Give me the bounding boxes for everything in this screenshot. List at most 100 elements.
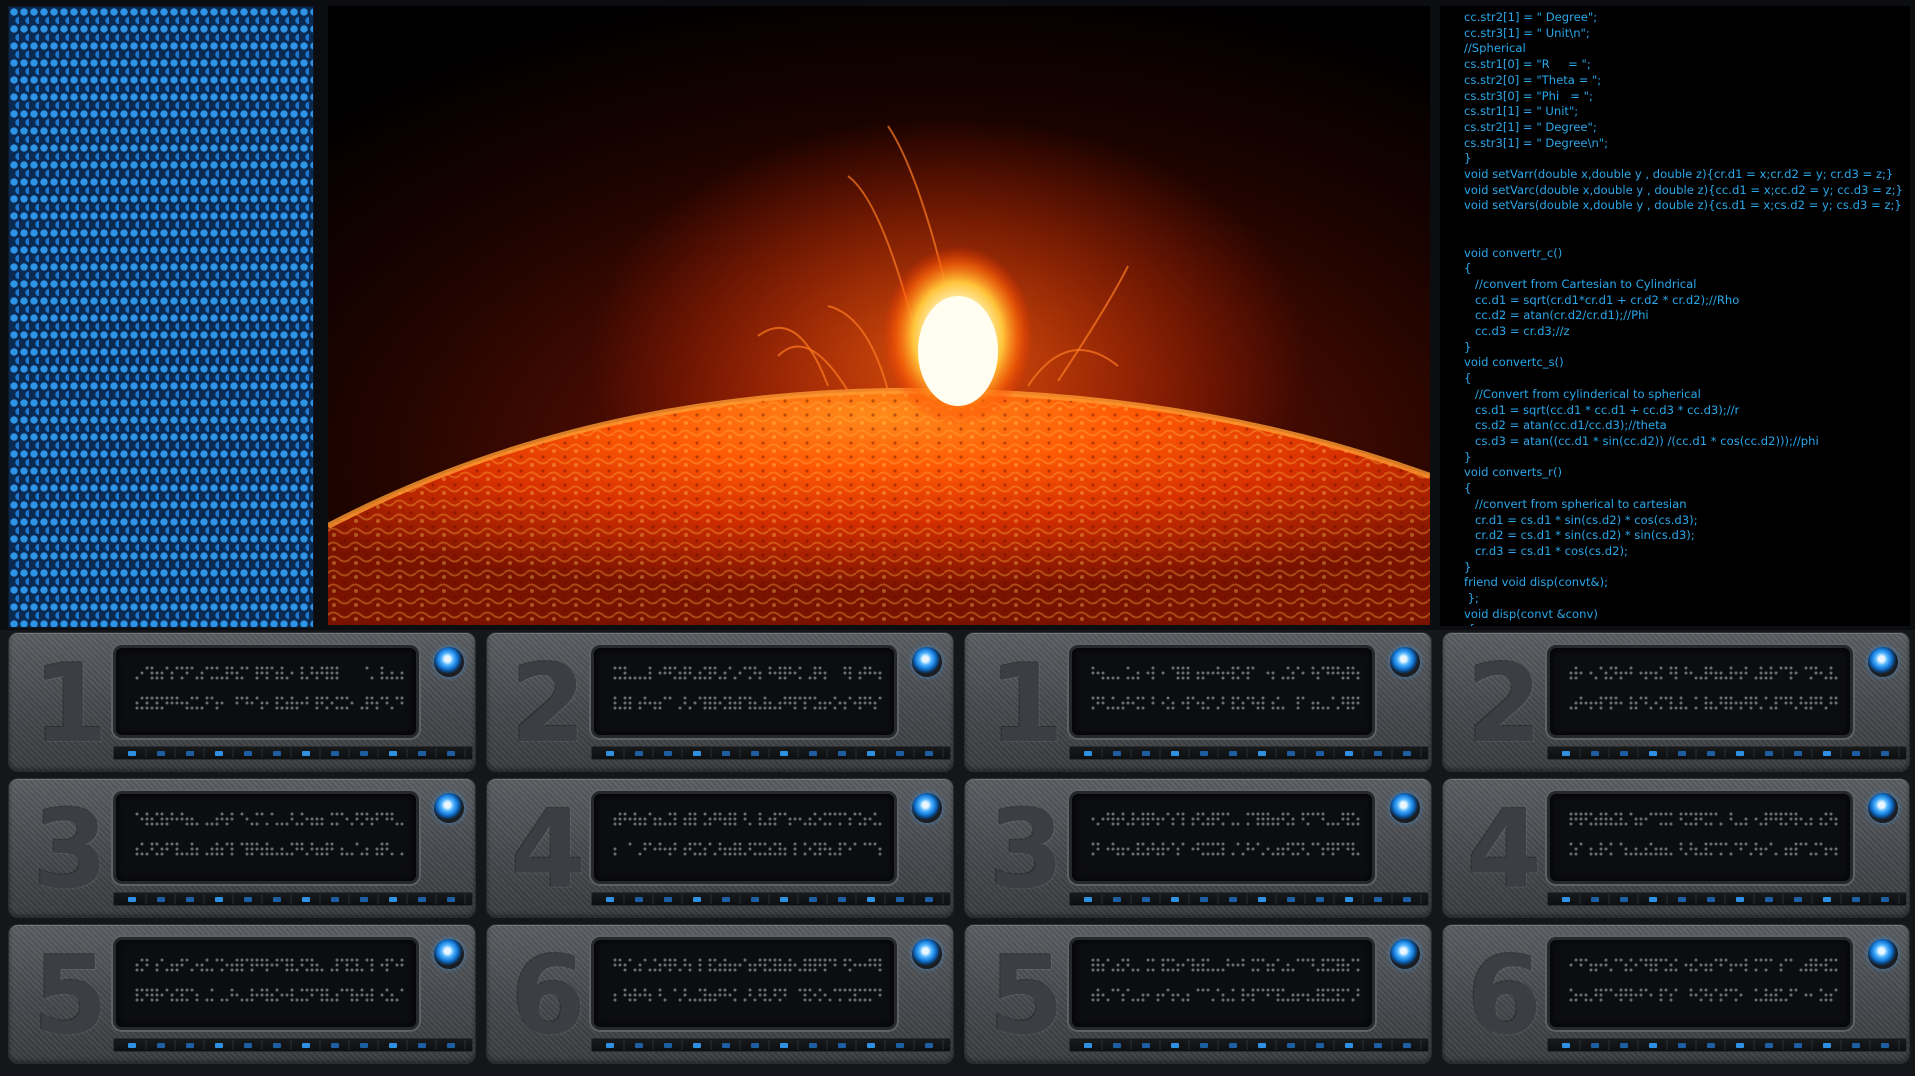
control-strip-icons bbox=[128, 894, 466, 904]
power-led-button[interactable] bbox=[1868, 793, 1898, 823]
power-led-button[interactable] bbox=[1390, 647, 1420, 677]
dot-matrix-display bbox=[613, 666, 882, 710]
power-led-button[interactable] bbox=[434, 793, 464, 823]
code-line: } bbox=[1464, 449, 1472, 464]
code-line: cs.d3 = atan((cc.d1 * sin(cc.d2)) /(cc.d… bbox=[1464, 433, 1819, 448]
control-strip-icons bbox=[1084, 1040, 1422, 1050]
code-line: void convertc_s() bbox=[1464, 355, 1564, 370]
server-unit: 3 bbox=[964, 778, 1432, 918]
hexagon-grid-panel bbox=[8, 6, 314, 628]
solar-flare-video bbox=[328, 6, 1430, 625]
code-line: cs.d2 = atan(cc.d1/cc.d3);//theta bbox=[1464, 418, 1667, 433]
code-line: cc.str3[1] = " Unit\n"; bbox=[1464, 25, 1590, 40]
server-unit: 5 bbox=[8, 924, 476, 1064]
code-line: } bbox=[1464, 339, 1472, 354]
code-line: cr.d1 = cs.d1 * sin(cs.d2) * cos(cs.d3); bbox=[1464, 512, 1698, 527]
unit-display-screen bbox=[1547, 791, 1853, 884]
server-rack: 1 2 1 2 3 4 3 4 5 6 5 6 bbox=[0, 630, 1915, 1076]
unit-number: 2 bbox=[511, 642, 587, 767]
control-strip bbox=[1547, 892, 1907, 906]
unit-number: 2 bbox=[1467, 642, 1543, 767]
code-line: void setVars(double x,double y , double … bbox=[1464, 198, 1902, 213]
source-code-panel: cc.str2[1] = " Degree"; cc.str3[1] = " U… bbox=[1440, 6, 1910, 626]
control-strip-icons bbox=[1562, 748, 1900, 758]
solar-flare-image bbox=[328, 6, 1430, 625]
power-led-button[interactable] bbox=[1390, 939, 1420, 969]
control-strip bbox=[1069, 1038, 1429, 1052]
code-line: cc.str2[1] = " Degree"; bbox=[1464, 10, 1598, 24]
server-unit: 6 bbox=[486, 924, 954, 1064]
code-line: cs.str3[0] = "Phi = "; bbox=[1464, 88, 1593, 103]
control-strip bbox=[113, 892, 473, 906]
unit-number: 6 bbox=[511, 934, 587, 1059]
unit-number: 1 bbox=[33, 642, 109, 767]
unit-display-screen bbox=[591, 791, 897, 884]
code-line: void setVarr(double x,double y , double … bbox=[1464, 167, 1894, 182]
dot-matrix-display bbox=[1569, 958, 1838, 1002]
control-strip bbox=[591, 892, 951, 906]
control-strip-icons bbox=[1562, 1040, 1900, 1050]
control-strip-icons bbox=[128, 748, 466, 758]
server-unit: 1 bbox=[964, 632, 1432, 772]
code-line: cc.d3 = cr.d3;//z bbox=[1464, 324, 1570, 339]
code-line: void converts_r() bbox=[1464, 465, 1562, 480]
unit-display-screen bbox=[1069, 937, 1375, 1030]
control-strip-icons bbox=[128, 1040, 466, 1050]
power-led-button[interactable] bbox=[1868, 647, 1898, 677]
control-strip-icons bbox=[1084, 748, 1422, 758]
code-line: { bbox=[1464, 622, 1475, 626]
code-line: cs.str2[1] = " Degree"; bbox=[1464, 119, 1597, 134]
code-line: //convert from spherical to cartesian bbox=[1464, 496, 1687, 511]
control-strip bbox=[1547, 746, 1907, 760]
code-line: }; bbox=[1464, 591, 1479, 606]
control-strip bbox=[113, 746, 473, 760]
code-line: cs.d1 = sqrt(cc.d1 * cc.d1 + cc.d3 * cc.… bbox=[1464, 402, 1740, 417]
unit-number: 3 bbox=[989, 788, 1065, 913]
unit-display-screen bbox=[591, 645, 897, 738]
code-line: void setVarc(double x,double y , double … bbox=[1464, 182, 1903, 197]
dot-matrix-display bbox=[135, 666, 404, 710]
dot-matrix-display bbox=[613, 812, 882, 856]
control-strip bbox=[1069, 892, 1429, 906]
unit-display-screen bbox=[591, 937, 897, 1030]
dot-matrix-display bbox=[135, 958, 404, 1002]
unit-number: 6 bbox=[1467, 934, 1543, 1059]
code-line: //convert from Cartesian to Cylindrical bbox=[1464, 276, 1697, 291]
code-line: cs.str3[1] = " Degree\n"; bbox=[1464, 135, 1609, 150]
server-unit: 4 bbox=[486, 778, 954, 918]
control-strip-icons bbox=[1084, 894, 1422, 904]
power-led-button[interactable] bbox=[434, 939, 464, 969]
control-strip bbox=[591, 1038, 951, 1052]
unit-number: 3 bbox=[33, 788, 109, 913]
power-led-button[interactable] bbox=[912, 647, 942, 677]
power-led-button[interactable] bbox=[434, 647, 464, 677]
code-line: cc.d2 = atan(cr.d2/cr.d1);//Phi bbox=[1464, 308, 1649, 323]
source-code-text: cc.str2[1] = " Degree"; cc.str3[1] = " U… bbox=[1464, 10, 1910, 626]
control-strip bbox=[1547, 1038, 1907, 1052]
unit-number: 5 bbox=[989, 934, 1065, 1059]
code-line: cr.d2 = cs.d1 * sin(cs.d2) * sin(cs.d3); bbox=[1464, 528, 1695, 543]
power-led-button[interactable] bbox=[1390, 793, 1420, 823]
control-strip bbox=[591, 746, 951, 760]
code-line: //Spherical bbox=[1464, 41, 1526, 56]
control-strip-icons bbox=[606, 1040, 944, 1050]
server-unit: 5 bbox=[964, 924, 1432, 1064]
unit-number: 1 bbox=[989, 642, 1065, 767]
server-unit: 2 bbox=[1442, 632, 1910, 772]
control-strip-icons bbox=[1562, 894, 1900, 904]
dot-matrix-display bbox=[613, 958, 882, 1002]
dot-matrix-display bbox=[1091, 666, 1360, 710]
power-led-button[interactable] bbox=[1868, 939, 1898, 969]
unit-display-screen bbox=[113, 937, 419, 1030]
code-line: { bbox=[1464, 481, 1472, 496]
dot-matrix-display bbox=[1569, 812, 1838, 856]
control-strip-icons bbox=[606, 748, 944, 758]
code-line: { bbox=[1464, 371, 1472, 386]
power-led-button[interactable] bbox=[912, 793, 942, 823]
unit-display-screen bbox=[113, 791, 419, 884]
code-line: void disp(convt &conv) bbox=[1464, 606, 1598, 621]
code-line: } bbox=[1464, 151, 1472, 166]
code-line: cc.d1 = sqrt(cr.d1*cr.d1 + cr.d2 * cr.d2… bbox=[1464, 292, 1740, 307]
power-led-button[interactable] bbox=[912, 939, 942, 969]
code-line: //Convert from cylinderical to spherical bbox=[1464, 386, 1701, 401]
